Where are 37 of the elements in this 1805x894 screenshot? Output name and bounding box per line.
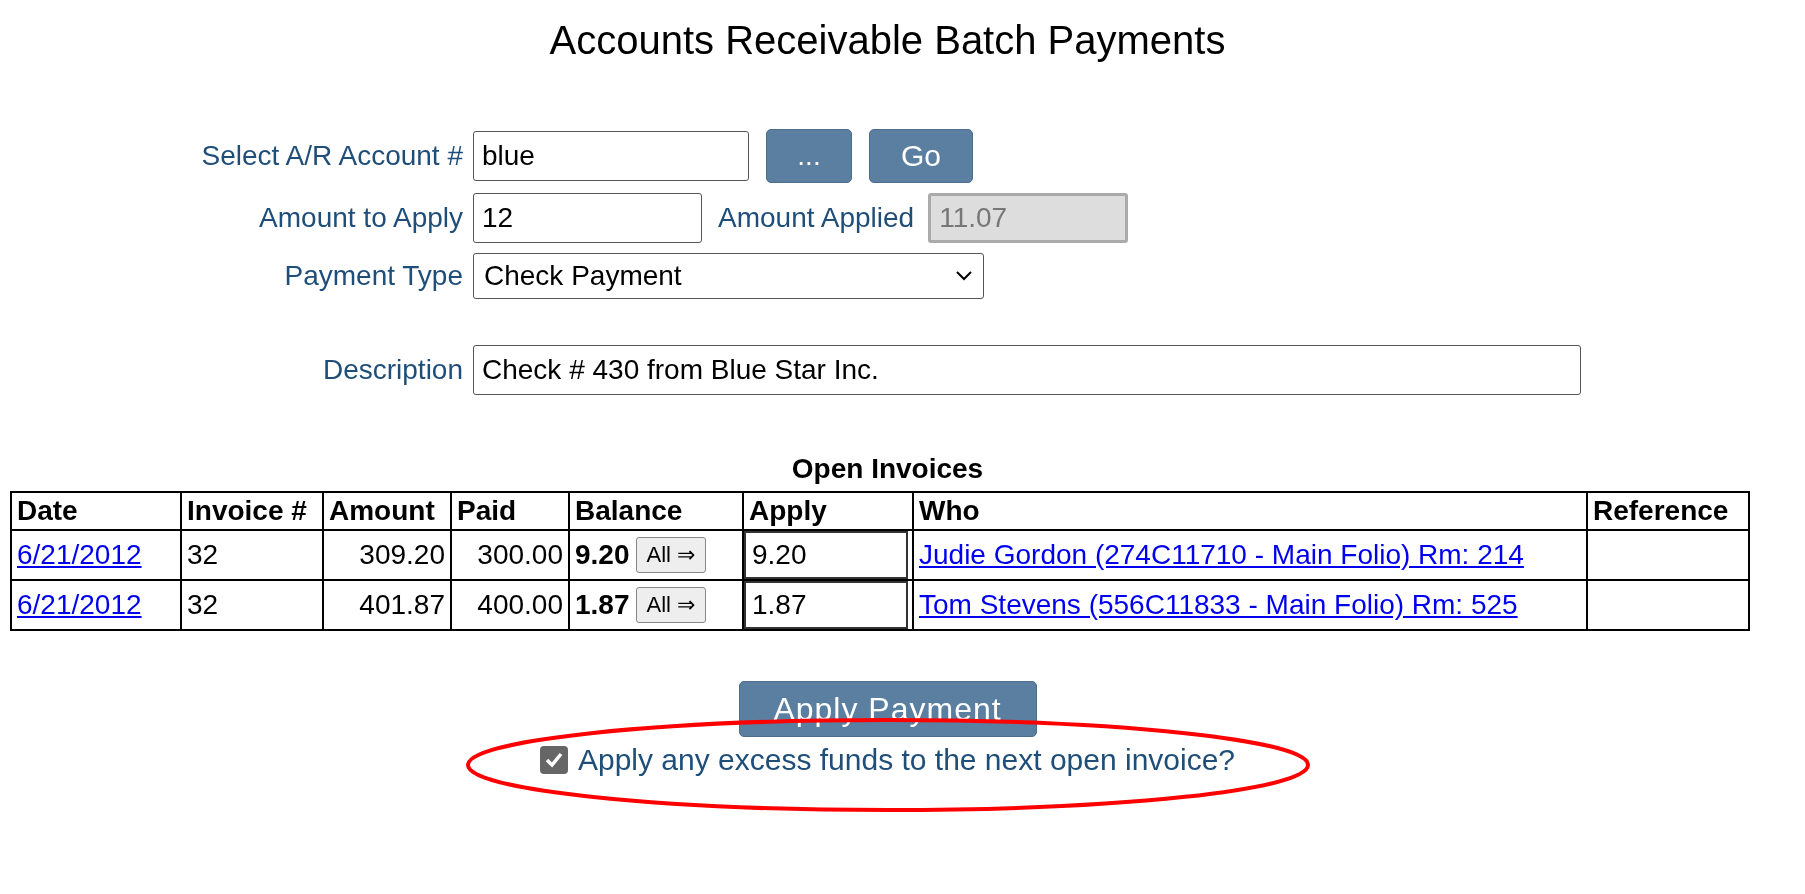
column-header: Invoice #	[181, 492, 323, 530]
table-cell: 32	[181, 580, 323, 630]
page-title: Accounts Receivable Batch Payments	[548, 18, 1227, 63]
column-header: Paid	[451, 492, 569, 530]
field-label: Select A/R Account #	[200, 140, 463, 172]
field-label: Description	[321, 354, 463, 386]
table-cell: 300.00	[451, 530, 569, 580]
column-header: Date	[11, 492, 181, 530]
field-label: Amount Applied	[718, 202, 915, 234]
all-button[interactable]: All ⇒	[635, 537, 707, 573]
field-label: Amount to Apply	[258, 202, 463, 234]
all-button[interactable]: All ⇒	[635, 587, 707, 623]
column-header: Who	[913, 492, 1587, 530]
description-input[interactable]: Check # 430 from Blue Star Inc.	[473, 345, 1581, 395]
checkbox-label: Apply any excess funds to the next open invoice?	[577, 743, 1236, 777]
balance-text: 9.20	[575, 539, 630, 571]
column-header: Amount	[323, 492, 451, 530]
column-header: Balance	[569, 492, 743, 530]
table-title: Open Invoices	[790, 453, 985, 485]
table-cell: 309.20	[323, 530, 451, 580]
balance-text: 1.87	[575, 589, 630, 621]
table-cell: 400.00	[451, 580, 569, 630]
apply-input[interactable]: 1.87	[744, 581, 908, 629]
browse-button[interactable]: ...	[766, 129, 852, 183]
payment-type-select[interactable]: Check Payment	[473, 253, 984, 299]
column-header: Reference	[1587, 492, 1749, 530]
column-header: Apply	[743, 492, 913, 530]
chevron-down-icon	[955, 270, 973, 282]
go-button[interactable]: Go	[869, 129, 973, 183]
field-label: Payment Type	[283, 260, 463, 292]
account-input[interactable]: blue	[473, 131, 749, 181]
apply-input[interactable]: 9.20	[744, 531, 908, 579]
table-cell: 32	[181, 530, 323, 580]
checkbox[interactable]	[539, 746, 568, 774]
amount-input[interactable]: 12	[473, 193, 702, 243]
checkmark-icon	[543, 750, 564, 770]
table-cell: 401.87	[323, 580, 451, 630]
